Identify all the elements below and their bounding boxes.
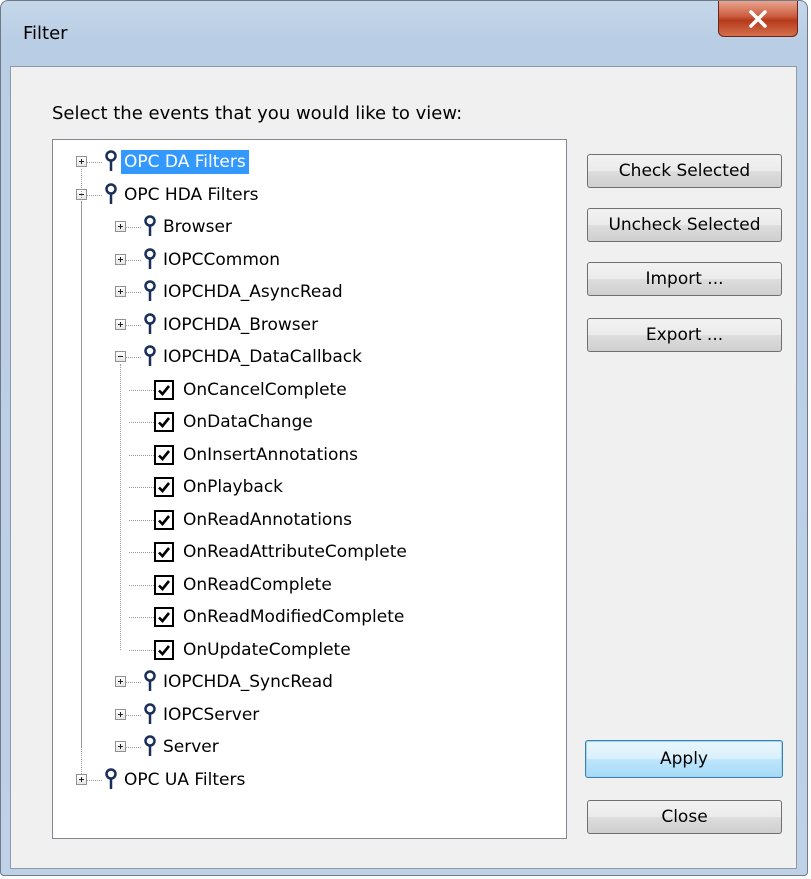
window-close-button[interactable] [718,1,798,37]
event-checkbox[interactable] [154,639,174,660]
event-label[interactable]: OnReadComplete [180,573,335,597]
expand-toggle[interactable] [115,253,126,265]
tree-node-label[interactable]: IOPCCommon [160,248,283,272]
check-selected-button[interactable]: Check Selected [587,154,782,188]
checkmark-icon [158,449,171,461]
event-label[interactable]: OnInsertAnnotations [180,443,361,467]
checkmark-icon [158,612,171,624]
expand-toggle[interactable] [115,286,126,298]
window-title: Filter [23,23,68,44]
expand-toggle[interactable] [76,773,87,785]
checkmark-icon [158,417,171,429]
checkmark-icon [158,644,171,656]
pin-icon [104,768,118,790]
pin-icon [104,183,118,205]
pin-icon [143,313,157,335]
pin-icon [143,280,157,302]
event-checkbox[interactable] [154,607,174,628]
tree-node-label[interactable]: IOPCHDA_SyncRead [160,670,336,694]
tree-node-label[interactable]: Browser [160,215,235,239]
event-label[interactable]: OnReadAttributeComplete [180,540,410,564]
import-button[interactable]: Import ... [587,262,782,296]
event-checkbox[interactable] [154,412,174,433]
event-label[interactable]: OnUpdateComplete [180,638,354,662]
checkmark-icon [158,579,171,591]
event-checkbox[interactable] [154,509,174,530]
event-checkbox[interactable] [154,574,174,595]
checkmark-icon [158,547,171,559]
tree-node-label[interactable]: IOPCHDA_DataCallback [160,345,365,369]
expand-toggle[interactable] [115,676,126,688]
checkmark-icon [158,384,171,396]
expand-toggle[interactable] [115,221,126,233]
checkmark-icon [158,482,171,494]
tree-node-label[interactable]: OPC DA Filters [121,150,249,175]
tree-node-label[interactable]: IOPCHDA_AsyncRead [160,280,346,304]
expand-toggle[interactable] [115,318,126,330]
event-label[interactable]: OnPlayback [180,475,286,499]
event-checkbox[interactable] [154,379,174,400]
checkmark-icon [158,514,171,526]
tree-node-label[interactable]: OPC HDA Filters [121,183,261,207]
pin-icon [143,345,157,367]
expand-toggle[interactable] [115,708,126,720]
event-label[interactable]: OnDataChange [180,410,316,434]
close-icon [749,9,767,28]
export-button[interactable]: Export ... [587,318,782,352]
event-label[interactable]: OnReadAnnotations [180,508,355,532]
pin-icon [143,735,157,757]
pin-icon [143,248,157,270]
event-label[interactable]: OnCancelComplete [180,378,350,402]
event-checkbox[interactable] [154,477,174,498]
pin-icon [143,215,157,237]
event-label[interactable]: OnReadModifiedComplete [180,605,407,629]
expand-toggle[interactable] [76,156,87,168]
uncheck-selected-button[interactable]: Uncheck Selected [587,208,782,242]
apply-button[interactable]: Apply [585,740,783,778]
pin-icon [143,670,157,692]
pin-icon [143,703,157,725]
event-filter-tree[interactable]: OPC DA Filters OPC HDA Filters Browser IOPC… [52,139,567,839]
tree-node-label[interactable]: IOPCServer [160,703,262,727]
event-checkbox[interactable] [154,542,174,563]
instruction-text: Select the events that you would like to… [52,103,463,124]
expand-toggle[interactable] [115,741,126,753]
tree-node-label[interactable]: Server [160,735,222,759]
tree-node-label[interactable]: IOPCHDA_Browser [160,313,321,337]
tree-node-label[interactable]: OPC UA Filters [121,768,248,792]
close-button[interactable]: Close [587,800,782,834]
event-checkbox[interactable] [154,444,174,465]
pin-icon [104,150,118,172]
collapse-toggle[interactable] [115,351,126,363]
